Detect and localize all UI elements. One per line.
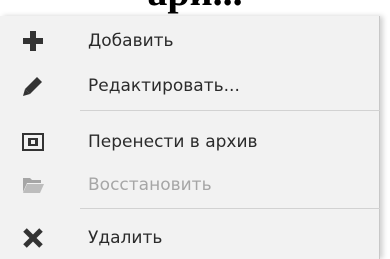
- menu-separator: [80, 110, 380, 111]
- menu-item-edit[interactable]: Редактировать...: [0, 67, 380, 105]
- menu-item-archive[interactable]: Перенести в архив: [0, 123, 380, 161]
- menu-item-label: Восстановить: [88, 175, 212, 195]
- close-icon: [20, 225, 46, 251]
- menu-item-label: Добавить: [88, 31, 174, 51]
- context-menu: Добавить Редактировать... Перенести в ар…: [0, 16, 380, 259]
- menu-item-label: Перенести в архив: [88, 132, 258, 152]
- folder-open-icon: [20, 172, 46, 198]
- menu-item-add[interactable]: Добавить: [0, 22, 380, 60]
- pencil-icon: [20, 73, 46, 99]
- menu-item-label: Редактировать...: [88, 76, 240, 96]
- menu-item-label: Удалить: [88, 228, 163, 248]
- menu-item-restore[interactable]: Восстановить: [0, 166, 380, 204]
- background-heading: ари...: [0, 0, 390, 14]
- menu-item-delete[interactable]: Удалить: [0, 219, 380, 257]
- archive-icon: [20, 129, 46, 155]
- plus-icon: [20, 28, 46, 54]
- menu-separator: [80, 208, 380, 209]
